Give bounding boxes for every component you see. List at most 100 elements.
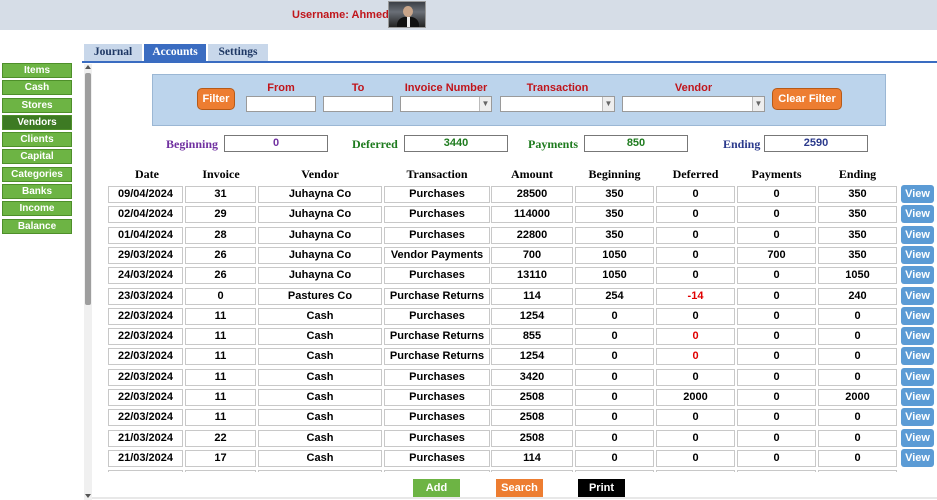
cell-vendor: Juhayna Co — [258, 267, 382, 285]
cell-deferred: 0 — [656, 409, 735, 427]
cell-invoice: 26 — [185, 246, 256, 264]
cell-invoice: 29 — [185, 206, 256, 224]
cell-transaction: Purchase Returns — [384, 328, 490, 346]
cell-vendor: Cash — [258, 368, 382, 386]
cell-beginning: 0 — [575, 429, 654, 447]
tab-settings[interactable]: Settings — [208, 44, 268, 61]
cell-invoice: 11 — [185, 409, 256, 427]
table-row-partial — [0, 469, 937, 472]
cell-ending: 0 — [818, 328, 897, 346]
table-row: 21/03/2024 17 Cash Purchases 114 0 0 0 0 View — [0, 448, 937, 469]
cell-vendor: Cash — [258, 449, 382, 467]
table-row: 09/04/2024 31 Juhayna Co Purchases 28500 350 0… — [0, 185, 937, 205]
view-button[interactable]: View — [901, 347, 934, 366]
scroll-up-icon[interactable] — [85, 65, 91, 69]
sidebar-item-categories[interactable]: Categories — [2, 166, 72, 182]
chevron-down-icon[interactable]: ▼ — [479, 97, 491, 111]
avatar-head — [403, 6, 413, 17]
cell-invoice: 11 — [185, 307, 256, 325]
view-button[interactable]: View — [901, 245, 934, 264]
cell-ending: 240 — [818, 287, 897, 305]
cell-transaction: Purchases — [384, 449, 490, 467]
col-header-beginning: Beginning — [588, 167, 641, 181]
view-button[interactable]: View — [901, 367, 934, 386]
view-button[interactable]: View — [901, 327, 934, 346]
cell-invoice: 17 — [185, 449, 256, 467]
scroll-down-icon[interactable] — [85, 494, 91, 498]
sidebar-item-cash[interactable]: Cash — [2, 80, 72, 96]
cell-payments: 0 — [737, 287, 816, 305]
vendor-select[interactable]: ▼ — [622, 96, 765, 112]
chevron-down-icon[interactable]: ▼ — [602, 97, 614, 111]
sidebar-item-capital[interactable]: Capital — [2, 149, 72, 165]
col-header-amount: Amount — [510, 167, 553, 181]
beginning-label: Beginning — [166, 137, 219, 151]
col-header-vendor: Vendor — [301, 167, 339, 181]
view-button[interactable]: View — [901, 408, 934, 427]
cell-ending: 1050 — [818, 267, 897, 285]
cell-amount: 2508 — [491, 389, 573, 406]
col-header-payments: Payments — [751, 167, 802, 181]
view-button[interactable]: View — [901, 448, 934, 467]
cell-ending: 2000 — [818, 389, 897, 406]
cell-ending: 0 — [818, 429, 897, 447]
user-photo-icon — [388, 1, 426, 28]
print-button[interactable]: Print — [578, 479, 625, 497]
search-button[interactable]: Search — [496, 479, 543, 497]
view-button[interactable]: View — [901, 388, 934, 406]
transaction-select[interactable]: ▼ — [500, 96, 615, 112]
cell-invoice: 31 — [185, 186, 256, 203]
cell-beginning: 350 — [575, 226, 654, 244]
table-row: 21/03/2024 22 Cash Purchases 2508 0 0 0 0 View — [0, 428, 937, 449]
beginning-total: 0 — [224, 135, 328, 152]
cell-invoice: 11 — [185, 348, 256, 366]
view-button[interactable]: View — [901, 225, 934, 244]
vendor-label: Vendor — [674, 82, 713, 94]
tab-accounts[interactable]: Accounts — [144, 44, 206, 61]
cell-ending: 0 — [818, 307, 897, 325]
view-button[interactable]: View — [901, 306, 934, 325]
cell-payments: 0 — [737, 328, 816, 346]
filter-button[interactable]: Filter — [197, 88, 235, 110]
accounts-table-body: 09/04/2024 31 Juhayna Co Purchases 28500 350 0… — [0, 185, 937, 472]
cell-payments: 700 — [737, 246, 816, 264]
to-label: To — [351, 82, 365, 94]
table-row: 24/03/2024 26 Juhayna Co Purchases 13110 1050… — [0, 266, 937, 286]
table-row: 01/04/2024 28 Juhayna Co Purchases 22800 350 0… — [0, 225, 937, 246]
col-header-deferred: Deferred — [672, 167, 719, 181]
sidebar-item-stores[interactable]: Stores — [2, 97, 72, 113]
cell-vendor: Cash — [258, 429, 382, 447]
chevron-down-icon[interactable]: ▼ — [752, 97, 764, 111]
sidebar-item-clients[interactable]: Clients — [2, 132, 72, 148]
cell-payments: 0 — [737, 186, 816, 203]
clear-filter-button[interactable]: Clear Filter — [772, 88, 842, 110]
cell-amount: 855 — [491, 328, 573, 346]
cell-beginning: 254 — [575, 287, 654, 305]
to-input[interactable] — [323, 96, 393, 112]
cell-amount: 114 — [491, 449, 573, 467]
ending-total: 2590 — [764, 135, 868, 152]
view-button[interactable]: View — [901, 428, 934, 447]
cell-beginning: 0 — [575, 368, 654, 386]
view-button[interactable]: View — [901, 266, 934, 285]
horizontal-scrollbar[interactable] — [92, 497, 937, 499]
cell-transaction: Purchases — [384, 429, 490, 447]
cell-deferred: 0 — [656, 226, 735, 244]
sidebar-item-items[interactable]: Items — [2, 63, 72, 78]
add-button[interactable]: Add — [413, 479, 460, 497]
cell-ending — [818, 470, 897, 472]
view-button[interactable]: View — [901, 185, 934, 203]
cell-transaction: Purchases — [384, 368, 490, 386]
table-row: 22/03/2024 11 Cash Purchases 3420 0 0 0 0 View — [0, 367, 937, 388]
view-button[interactable]: View — [901, 286, 934, 305]
cell-beginning: 1050 — [575, 246, 654, 264]
tab-journal[interactable]: Journal — [84, 44, 142, 61]
invoice-number-select[interactable]: ▼ — [400, 96, 492, 112]
view-button[interactable]: View — [901, 205, 934, 224]
from-input[interactable] — [246, 96, 316, 112]
cell-transaction: Purchases — [384, 186, 490, 203]
transaction-label: Transaction — [526, 82, 589, 94]
cell-deferred: 0 — [656, 449, 735, 467]
sidebar-item-vendors[interactable]: Vendors — [2, 114, 72, 130]
cell-invoice: 22 — [185, 429, 256, 447]
